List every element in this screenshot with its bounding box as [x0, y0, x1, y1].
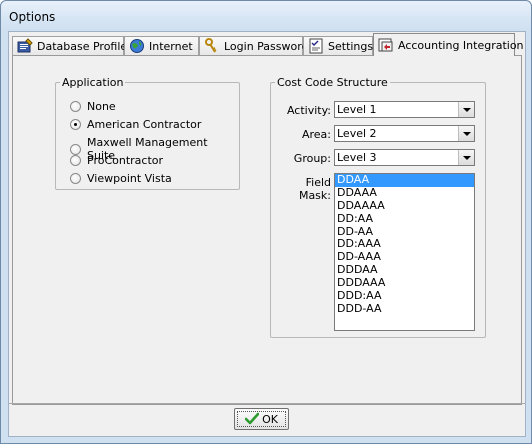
area-value: Level 2 [337, 127, 377, 140]
cost-code-legend: Cost Code Structure [277, 76, 388, 89]
list-item[interactable]: DDD-AA [335, 302, 474, 316]
tab-label: Accounting Integration [398, 38, 524, 52]
accounting-integration-panel: Application None American Contractor Max… [12, 55, 522, 405]
database-profile-icon [17, 38, 33, 54]
chevron-down-icon[interactable] [458, 150, 474, 165]
list-item-selected[interactable]: DDAA [335, 174, 474, 187]
activity-value: Level 1 [337, 103, 377, 116]
group-combo[interactable]: Level 3 [334, 149, 475, 166]
application-legend: Application [62, 76, 124, 89]
radio-viewpoint-vista[interactable]: Viewpoint Vista [70, 172, 172, 185]
window-title: Options [9, 10, 56, 24]
radio-label: ProContractor [87, 154, 164, 167]
keys-icon [204, 38, 220, 54]
list-item[interactable]: DD:AA [335, 212, 474, 226]
radio-button[interactable] [70, 155, 81, 166]
area-combo[interactable]: Level 2 [334, 125, 475, 142]
tab-accounting-integration[interactable]: Accounting Integration [373, 33, 524, 56]
chevron-down-icon[interactable] [458, 126, 474, 141]
list-item[interactable]: DDAAAA [335, 199, 474, 213]
dialog-client-area: Database Profile Internet Login Password… [8, 31, 526, 437]
radio-button-selected[interactable] [70, 119, 81, 130]
application-group: Application None American Contractor Max… [55, 76, 240, 190]
options-dialog: Options Database Profile Internet Login … [0, 0, 532, 444]
radio-procontractor[interactable]: ProContractor [70, 154, 163, 167]
field-mask-label: Field Mask: [298, 176, 331, 202]
footer-separator [9, 403, 525, 405]
radio-label: None [87, 100, 116, 113]
settings-icon [308, 38, 324, 54]
area-label: Area: [301, 128, 331, 141]
title-bar[interactable]: Options [1, 1, 531, 31]
radio-label: American Contractor [87, 118, 202, 131]
radio-label: Viewpoint Vista [87, 172, 172, 185]
ok-button[interactable]: OK [234, 408, 289, 430]
tab-database-profile[interactable]: Database Profile [12, 36, 128, 55]
tab-label: Login Password [224, 39, 309, 53]
activity-combo[interactable]: Level 1 [334, 101, 475, 118]
radio-button[interactable] [70, 101, 81, 112]
list-item[interactable]: DDAAA [335, 186, 474, 200]
list-item[interactable]: DDD:AA [335, 289, 474, 303]
activity-label: Activity: [286, 104, 331, 117]
tab-login-password[interactable]: Login Password [199, 36, 309, 55]
tab-label: Database Profile [37, 39, 128, 53]
tab-label: Internet [149, 39, 193, 53]
radio-american-contractor[interactable]: American Contractor [70, 118, 201, 131]
tab-label: Settings [328, 39, 374, 53]
group-value: Level 3 [337, 151, 377, 164]
globe-icon [129, 38, 145, 54]
chevron-down-icon[interactable] [458, 102, 474, 117]
tab-internet[interactable]: Internet [124, 36, 199, 55]
accounting-integration-icon [378, 37, 394, 53]
radio-button[interactable] [70, 173, 81, 184]
radio-button[interactable] [70, 143, 81, 155]
tab-settings[interactable]: Settings [303, 36, 373, 55]
tab-strip: Database Profile Internet Login Password… [9, 32, 525, 56]
cost-code-structure-group: Cost Code Structure Activity: Level 1 Ar… [270, 76, 486, 338]
radio-none[interactable]: None [70, 100, 116, 113]
focus-rectangle [237, 411, 286, 427]
group-label: Group: [293, 152, 331, 165]
field-mask-listbox[interactable]: DDAA DDAAA DDAAAA DD:AA DD-AA DD:AAA DD-… [334, 173, 475, 331]
